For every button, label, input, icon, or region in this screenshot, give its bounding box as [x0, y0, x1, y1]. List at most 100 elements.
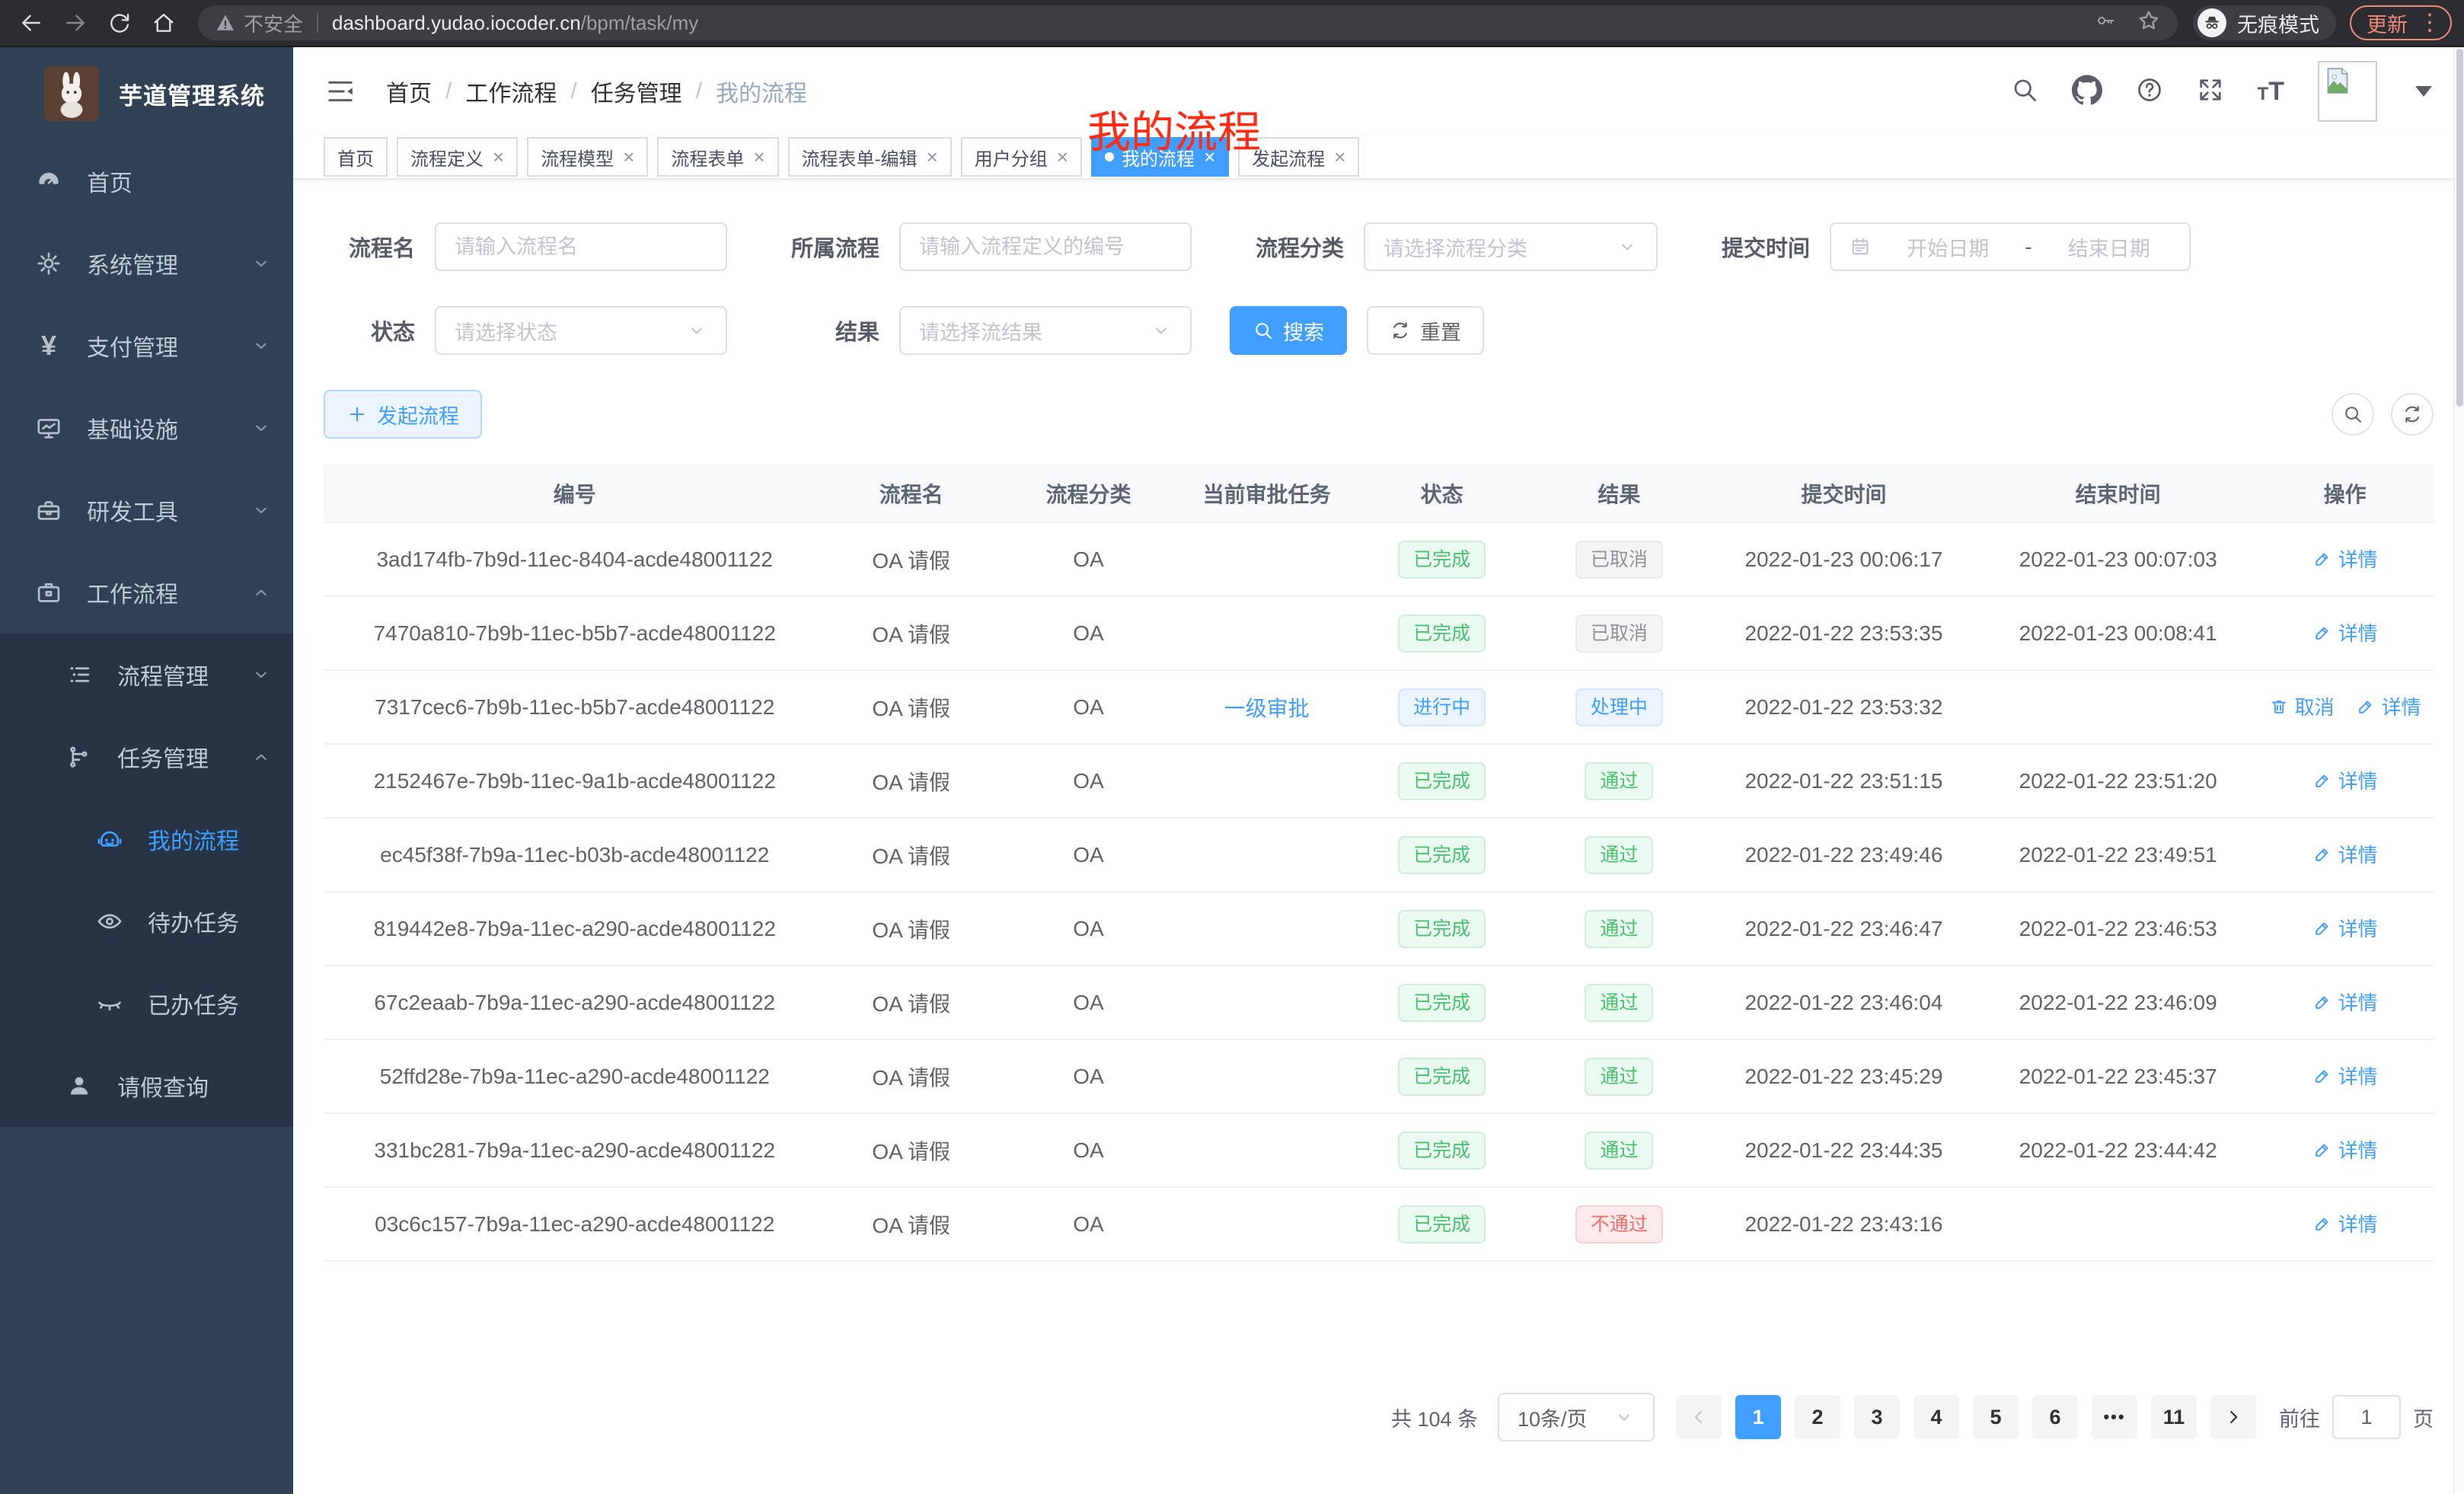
browser-forward-button[interactable] — [56, 4, 94, 42]
detail-action-link[interactable]: 详情 — [2312, 914, 2378, 942]
gear-icon — [32, 250, 65, 277]
sidebar-item-infrastructure[interactable]: 基础设施 — [0, 387, 293, 469]
cell-current-task — [1180, 744, 1353, 818]
tab-close-icon[interactable]: × — [927, 147, 938, 167]
url-text[interactable]: dashboard.yudao.iocoder.cn/bpm/task/my — [332, 11, 698, 35]
page-button[interactable]: 2 — [1795, 1395, 1840, 1439]
security-warning-label[interactable]: 不安全 — [244, 9, 303, 37]
browser-update-button[interactable]: 更新 ⋮ — [2350, 5, 2452, 40]
tab-close-icon[interactable]: × — [493, 147, 504, 167]
breadcrumb-item[interactable]: 首页 — [386, 75, 432, 108]
cell-result: 通过 — [1530, 1113, 1708, 1187]
monitor-icon — [32, 414, 65, 442]
detail-action-link[interactable]: 详情 — [2312, 618, 2378, 646]
sidebar-item-workflow[interactable]: 工作流程 — [0, 551, 293, 634]
cancel-action-link[interactable]: 取消 — [2269, 692, 2335, 720]
page-button-active[interactable]: 1 — [1735, 1395, 1781, 1439]
browser-reload-button[interactable] — [101, 4, 139, 42]
result-badge: 通过 — [1585, 910, 1653, 948]
sidebar-item-leave-query[interactable]: 请假查询 — [0, 1045, 293, 1127]
result-select[interactable]: 请选择流结果 — [899, 306, 1192, 355]
detail-action-link[interactable]: 详情 — [2312, 544, 2378, 573]
tab[interactable]: 用户分组× — [961, 137, 1082, 177]
detail-action-link[interactable]: 详情 — [2312, 840, 2378, 868]
tab[interactable]: 流程表单× — [657, 137, 778, 177]
browser-menu-icon[interactable]: ⋮ — [2418, 11, 2441, 34]
github-icon[interactable] — [2072, 75, 2102, 109]
process-name-label: 流程名 — [324, 231, 415, 263]
tab-label: 首页 — [337, 144, 374, 171]
search-button[interactable]: 搜索 — [1230, 306, 1347, 355]
tab-close-icon[interactable]: × — [1057, 147, 1068, 167]
browser-back-button[interactable] — [12, 4, 50, 42]
sidebar-item-todo-tasks[interactable]: 待办任务 — [0, 880, 293, 962]
current-task-link[interactable]: 一级审批 — [1224, 697, 1310, 720]
breadcrumb-item[interactable]: 任务管理 — [591, 75, 682, 108]
bookmark-star-icon[interactable] — [2137, 8, 2161, 38]
avatar[interactable] — [2318, 61, 2377, 122]
help-icon[interactable] — [2136, 76, 2163, 107]
prev-page-button[interactable] — [1676, 1395, 1722, 1439]
process-name-input[interactable] — [435, 222, 727, 271]
sidebar-item-devtools[interactable]: 研发工具 — [0, 469, 293, 551]
sidebar-item-system[interactable]: 系统管理 — [0, 222, 293, 305]
page-size-select[interactable]: 10条/页 — [1498, 1393, 1655, 1441]
detail-action-link[interactable]: 详情 — [2312, 1209, 2378, 1237]
page-button[interactable]: 6 — [2032, 1395, 2078, 1439]
sidebar-item-label: 流程管理 — [117, 658, 251, 691]
sidebar-item-process-management[interactable]: 流程管理 — [0, 634, 293, 716]
show-search-toggle-button[interactable] — [2332, 393, 2374, 436]
tab-close-icon[interactable]: × — [753, 147, 764, 167]
page-button[interactable]: 11 — [2151, 1395, 2197, 1439]
create-process-button[interactable]: 发起流程 — [324, 390, 482, 439]
reset-button[interactable]: 重置 — [1367, 306, 1484, 355]
chevron-down-icon — [686, 320, 707, 341]
sidebar-item-task-management[interactable]: 任务管理 — [0, 716, 293, 798]
passkey-icon[interactable] — [2095, 10, 2117, 37]
sidebar-item-done-tasks[interactable]: 已办任务 — [0, 962, 293, 1045]
submit-time-range-picker[interactable]: 开始日期 - 结束日期 — [1830, 222, 2191, 271]
app-logo-row[interactable]: 芋道管理系统 — [0, 47, 293, 140]
status-select[interactable]: 请选择状态 — [435, 306, 727, 355]
process-definition-input[interactable] — [899, 222, 1192, 271]
tab[interactable]: 流程表单-编辑× — [788, 137, 952, 177]
header-search-icon[interactable] — [2011, 76, 2038, 107]
browser-home-button[interactable] — [145, 4, 183, 42]
detail-action-link[interactable]: 详情 — [2312, 988, 2378, 1016]
page-button[interactable]: 3 — [1854, 1395, 1900, 1439]
detail-action-link[interactable]: 详情 — [2312, 766, 2378, 794]
tab-close-icon[interactable]: × — [1334, 147, 1345, 167]
tab[interactable]: 流程模型× — [527, 137, 648, 177]
refresh-table-button[interactable] — [2391, 393, 2434, 436]
tab-close-icon[interactable]: × — [623, 147, 634, 167]
address-bar[interactable]: 不安全 dashboard.yudao.iocoder.cn/bpm/task/… — [198, 5, 2178, 40]
next-page-button[interactable] — [2210, 1395, 2256, 1439]
sidebar-toggle-icon[interactable] — [325, 76, 356, 107]
goto-page-input[interactable] — [2332, 1395, 2401, 1439]
detail-action-link[interactable]: 详情 — [2312, 1061, 2378, 1090]
sidebar-item-label: 首页 — [87, 164, 272, 198]
sidebar-item-my-processes[interactable]: 我的流程 — [0, 798, 293, 880]
window-scrollbar[interactable] — [2453, 47, 2464, 1494]
cell-end-time: 2022-01-22 23:46:53 — [1980, 892, 2256, 966]
status-badge: 已完成 — [1398, 984, 1486, 1022]
page-ellipsis[interactable]: ••• — [2092, 1395, 2137, 1439]
sidebar-item-home[interactable]: 首页 — [0, 140, 293, 222]
avatar-caret-icon[interactable] — [2415, 86, 2432, 97]
table-row: 331bc281-7b9a-11ec-a290-acde48001122OA 请… — [324, 1113, 2434, 1187]
detail-action-link[interactable]: 详情 — [2356, 692, 2421, 720]
eye-icon — [93, 908, 126, 935]
tab[interactable]: 首页 — [324, 137, 388, 177]
breadcrumb-item[interactable]: 工作流程 — [465, 75, 557, 108]
tab[interactable]: 流程定义× — [397, 137, 518, 177]
page-button[interactable]: 4 — [1913, 1395, 1959, 1439]
font-size-icon[interactable]: TT — [2258, 77, 2284, 107]
fullscreen-icon[interactable] — [2197, 76, 2224, 107]
sidebar-item-payment[interactable]: ¥ 支付管理 — [0, 305, 293, 387]
sidebar: 芋道管理系统 首页 系统管理 ¥ 支付管理 基础设施 — [0, 47, 293, 1494]
process-category-select[interactable]: 请选择流程分类 — [1364, 222, 1658, 271]
scrollbar-thumb[interactable] — [2456, 49, 2463, 407]
detail-action-link[interactable]: 详情 — [2312, 1135, 2378, 1164]
cell-current-task — [1180, 522, 1353, 596]
page-button[interactable]: 5 — [1973, 1395, 2019, 1439]
